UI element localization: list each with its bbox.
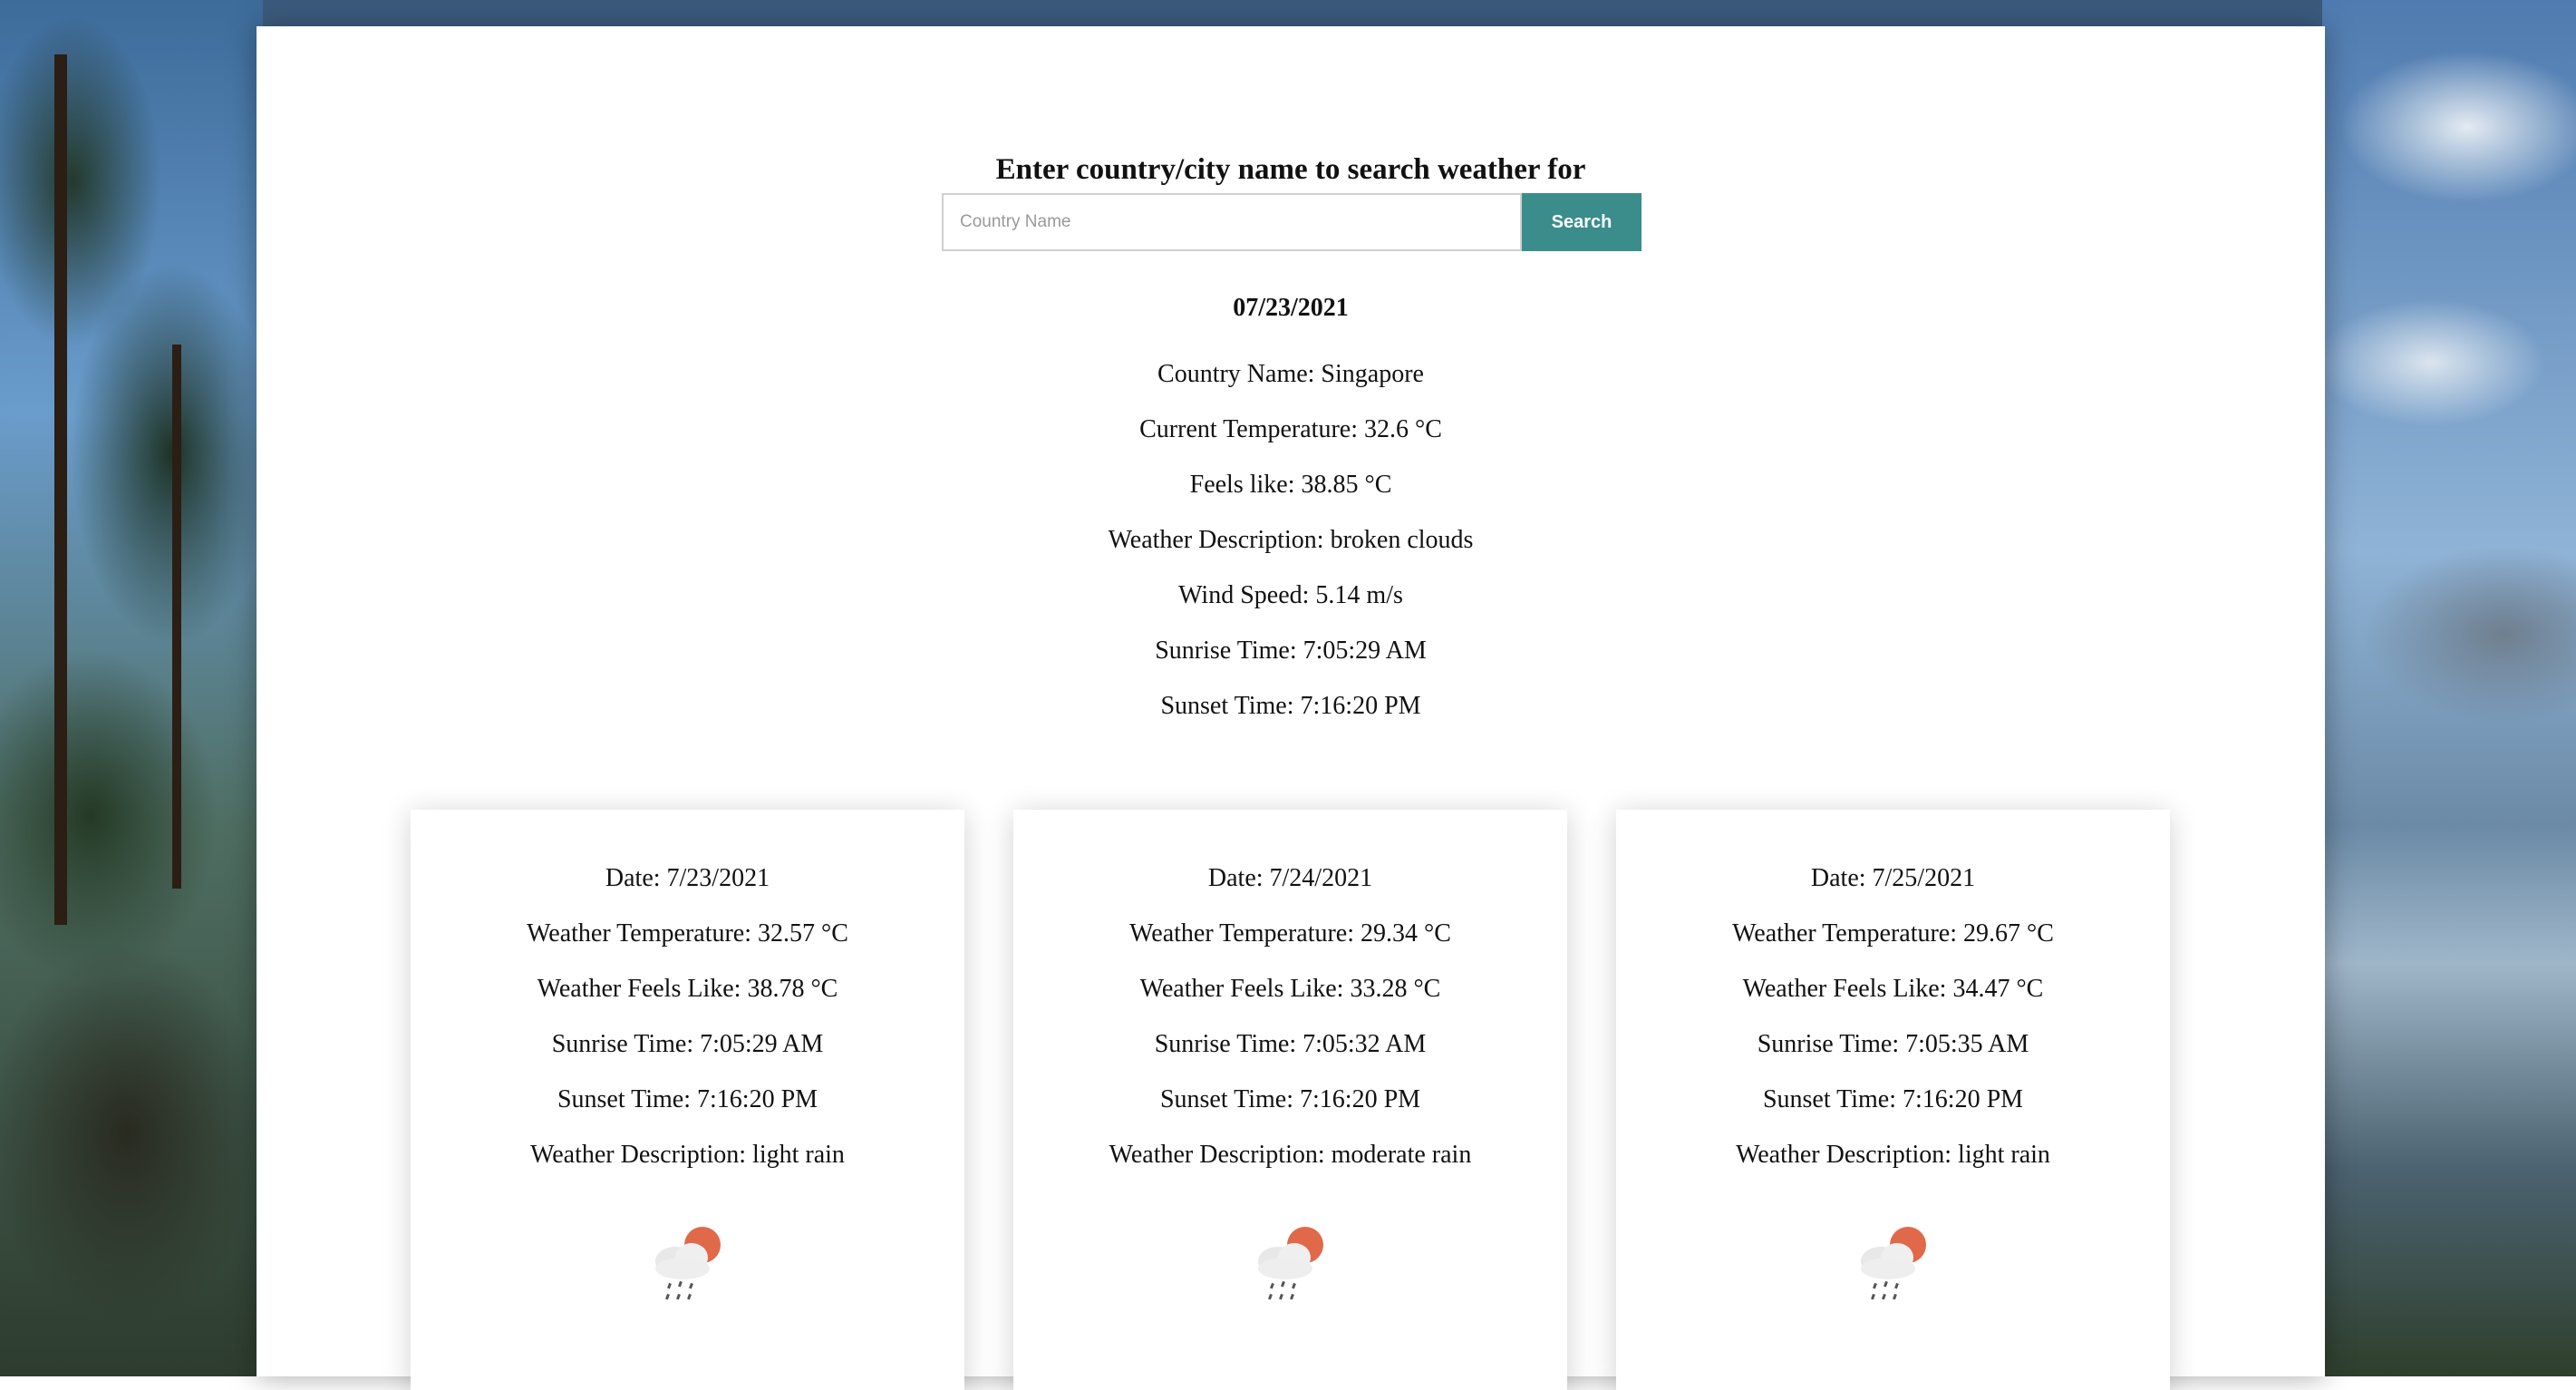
forecast-sunrise: Sunrise Time: 7:05:35 AM	[1757, 1030, 2029, 1058]
forecast-sunset: Sunset Time: 7:16:20 PM	[557, 1085, 818, 1113]
search-button[interactable]: Search	[1522, 193, 1641, 251]
current-sunset: Sunset Time: 7:16:20 PM	[1160, 692, 1421, 720]
background-sky-lake	[2322, 0, 2576, 1376]
current-sunrise: Sunrise Time: 7:05:29 AM	[1155, 637, 1427, 665]
forecast-description: Weather Description: moderate rain	[1109, 1141, 1472, 1169]
forecast-temperature: Weather Temperature: 29.34 °C	[1129, 919, 1451, 948]
forecast-feels-like: Weather Feels Like: 33.28 °C	[1139, 975, 1441, 1003]
forecast-card: Date: 7/23/2021 Weather Temperature: 32.…	[411, 810, 964, 1390]
forecast-date: Date: 7/25/2021	[1810, 864, 1976, 892]
forecast-temperature: Weather Temperature: 29.67 °C	[1732, 919, 2054, 948]
current-wind-speed: Wind Speed: 5.14 m/s	[1178, 581, 1403, 609]
main-panel: Enter country/city name to search weathe…	[257, 26, 2325, 1390]
current-description: Weather Description: broken clouds	[1108, 526, 1474, 554]
rain-sun-icon	[654, 1227, 721, 1300]
rain-sun-icon	[1860, 1227, 1926, 1300]
page-title: Enter country/city name to search weathe…	[995, 153, 1586, 186]
current-temperature: Current Temperature: 32.6 °C	[1139, 415, 1442, 443]
forecast-card: Date: 7/24/2021 Weather Temperature: 29.…	[1013, 810, 1567, 1390]
forecast-sunset: Sunset Time: 7:16:20 PM	[1159, 1085, 1421, 1113]
current-country: Country Name: Singapore	[1157, 360, 1424, 388]
current-date: 07/23/2021	[1233, 294, 1349, 322]
forecast-feels-like: Weather Feels Like: 38.78 °C	[537, 975, 838, 1003]
forecast-feels-like: Weather Feels Like: 34.47 °C	[1742, 975, 2044, 1003]
forecast-sunset: Sunset Time: 7:16:20 PM	[1762, 1085, 2024, 1113]
forecast-date: Date: 7/24/2021	[1207, 864, 1373, 892]
country-search-input[interactable]	[942, 193, 1522, 251]
forecast-temperature: Weather Temperature: 32.57 °C	[527, 919, 848, 948]
forecast-card: Date: 7/25/2021 Weather Temperature: 29.…	[1616, 810, 2170, 1390]
background-trees	[0, 0, 263, 1376]
forecast-date: Date: 7/23/2021	[605, 864, 770, 892]
search-bar: Search	[942, 193, 1641, 251]
forecast-description: Weather Description: light rain	[530, 1141, 845, 1169]
rain-sun-icon	[1257, 1227, 1323, 1300]
forecast-sunrise: Sunrise Time: 7:05:32 AM	[1154, 1030, 1427, 1058]
forecast-cards: Date: 7/23/2021 Weather Temperature: 32.…	[411, 810, 2170, 1390]
forecast-sunrise: Sunrise Time: 7:05:29 AM	[551, 1030, 824, 1058]
forecast-description: Weather Description: light rain	[1736, 1141, 2050, 1169]
current-weather: 07/23/2021 Country Name: Singapore Curre…	[257, 283, 2325, 734]
current-feels-like: Feels like: 38.85 °C	[1189, 471, 1392, 499]
